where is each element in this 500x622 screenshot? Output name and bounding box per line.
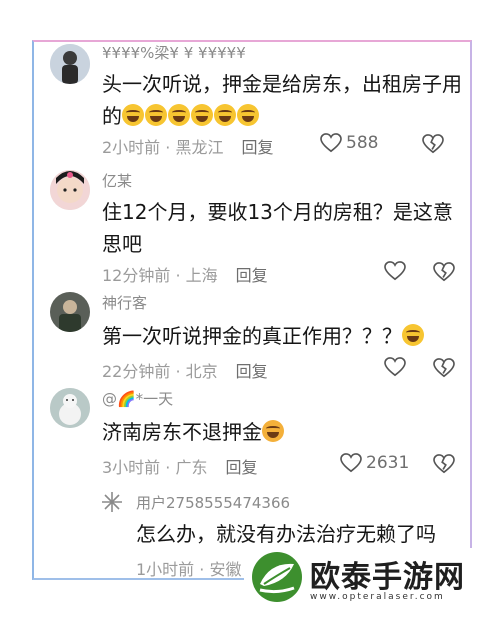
comment-meta: 1小时前 · 安徽 — [136, 556, 241, 580]
shocked-emoji — [262, 420, 285, 444]
comment-text-content: 第一次听说押金的真正作用？？？ — [102, 324, 402, 348]
comment-text: 头一次听说，押金是给房东，出租房子用的 — [102, 68, 462, 132]
leaf-logo-icon — [250, 550, 304, 604]
heart-icon — [320, 133, 342, 153]
comment-username[interactable]: 亿某 — [102, 170, 132, 191]
reply-button[interactable]: 回复 — [225, 458, 257, 477]
dislike-button[interactable] — [422, 134, 444, 154]
comment-item: ¥¥¥¥%梁¥ ¥ ¥¥¥¥¥ 头一次听说，押金是给房东，出租房子用的 2小时前… — [50, 40, 462, 160]
dislike-heart-icon — [433, 454, 455, 474]
site-watermark: 欧泰手游网 www.opteralaser.com — [244, 548, 494, 616]
comment-meta: 2小时前 · 黑龙江 回复 — [102, 134, 273, 158]
like-count: 588 — [346, 133, 379, 153]
avatar[interactable] — [50, 292, 90, 332]
avatar[interactable] — [50, 44, 90, 84]
time-location: 3小时前 · 广东 — [102, 458, 208, 477]
reply-button[interactable]: 回复 — [241, 138, 273, 157]
heart-icon — [340, 453, 362, 473]
time-location: 2小时前 · 黑龙江 — [102, 138, 224, 157]
time-location: 12分钟前 · 上海 — [102, 266, 218, 285]
dislike-heart-icon — [433, 358, 455, 378]
comment-text: 济南房东不退押金 — [102, 416, 462, 448]
comment-username[interactable]: 用户2758555474366 — [136, 492, 290, 513]
reply-button[interactable]: 回复 — [236, 362, 268, 381]
comment-item: 亿某 住12个月，要收13个月的房租？是这意思吧 12分钟前 · 上海 回复 — [50, 170, 460, 290]
comment-meta: 3小时前 · 广东 回复 — [102, 454, 257, 478]
watermark-url: www.opteralaser.com — [310, 592, 445, 602]
comment-item: @🌈*一天 济南房东不退押金 3小时前 · 广东 回复 2631 — [50, 388, 460, 478]
like-button[interactable]: 2631 — [340, 453, 409, 473]
comment-username[interactable]: 神行客 — [102, 292, 147, 313]
time-location: 22分钟前 · 北京 — [102, 362, 218, 381]
comment-username[interactable]: @🌈*一天 — [102, 388, 173, 409]
comment-username[interactable]: ¥¥¥¥%梁¥ ¥ ¥¥¥¥¥ — [102, 42, 246, 63]
time-location: 1小时前 · 安徽 — [136, 560, 242, 579]
like-count: 2631 — [366, 453, 410, 473]
laughing-emoji — [402, 324, 425, 348]
comment-text-content: 济南房东不退押金 — [102, 420, 262, 444]
comment-text: 住12个月，要收13个月的房租？是这意思吧 — [102, 200, 453, 256]
comment-meta: 12分钟前 · 上海 回复 — [102, 262, 268, 286]
like-button[interactable] — [384, 357, 406, 377]
dislike-button[interactable] — [433, 358, 455, 378]
watermark-title: 欧泰手游网 — [310, 560, 465, 595]
avatar[interactable] — [50, 170, 90, 210]
dislike-button[interactable] — [433, 262, 455, 282]
like-button[interactable] — [384, 261, 406, 281]
dislike-button[interactable] — [433, 454, 455, 474]
reply-button[interactable]: 回复 — [236, 266, 268, 285]
comment-text: 第一次听说押金的真正作用？？？ — [102, 320, 462, 352]
avatar[interactable] — [50, 388, 90, 428]
laughing-emoji — [122, 104, 260, 128]
comment-text: 怎么办，就没有办法治疗无赖了吗 — [136, 522, 436, 546]
like-button[interactable]: 588 — [320, 133, 378, 153]
heart-icon — [384, 357, 406, 377]
comment-item: 神行客 第一次听说押金的真正作用？？？ 22分钟前 · 北京 回复 — [50, 292, 460, 382]
dislike-heart-icon — [422, 134, 444, 154]
avatar[interactable] — [100, 490, 124, 514]
heart-icon — [384, 261, 406, 281]
dislike-heart-icon — [433, 262, 455, 282]
comment-meta: 22分钟前 · 北京 回复 — [102, 358, 268, 382]
